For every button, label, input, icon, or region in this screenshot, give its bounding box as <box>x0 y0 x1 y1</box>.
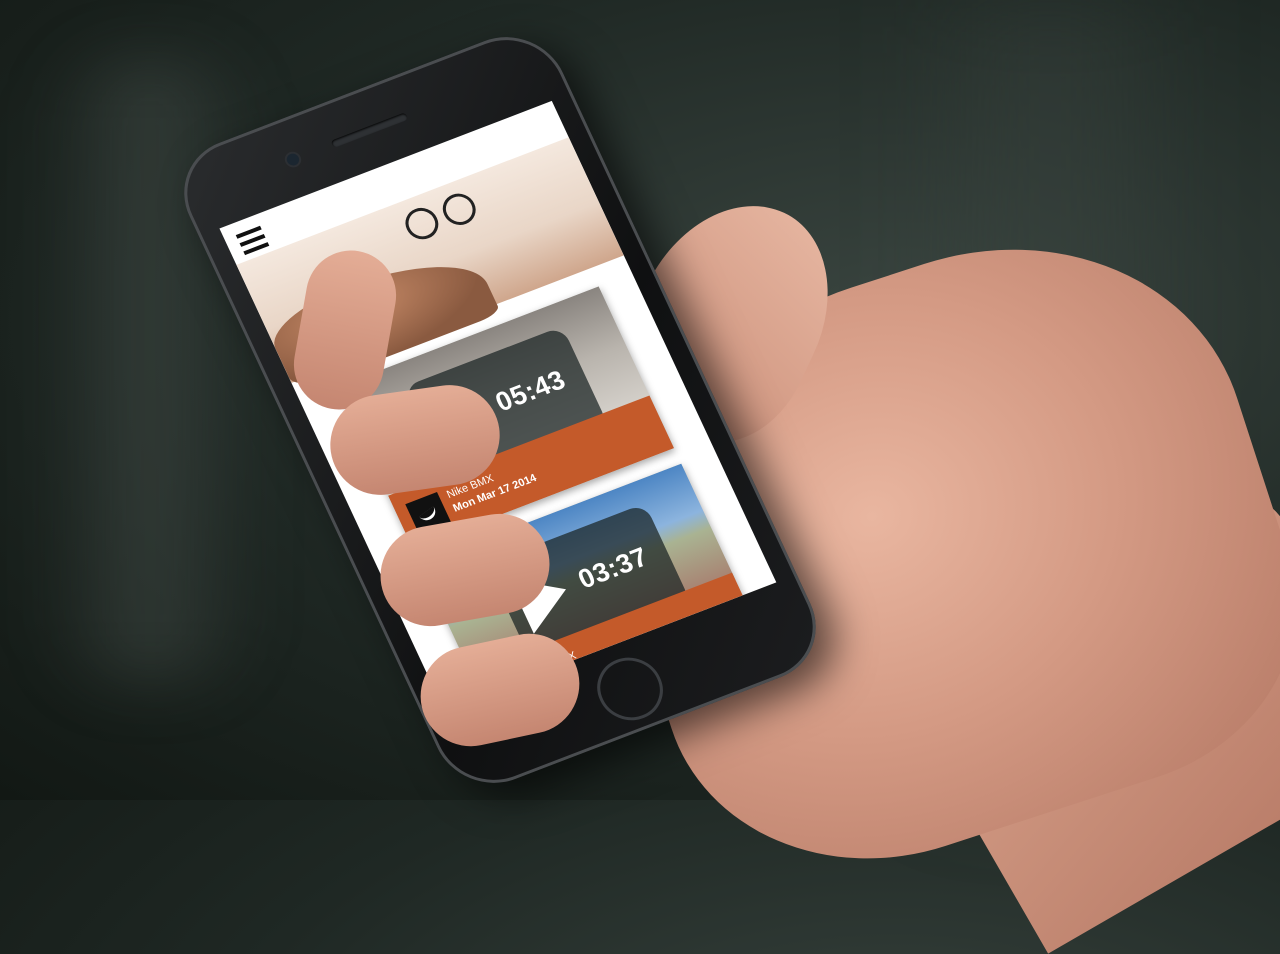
hamburger-menu-icon[interactable] <box>235 225 270 256</box>
front-camera <box>284 151 302 168</box>
video-duration: 03:37 <box>573 541 653 595</box>
earpiece-speaker <box>330 112 409 149</box>
swoosh-icon <box>501 683 522 701</box>
swoosh-icon <box>418 506 440 524</box>
home-button[interactable] <box>586 648 674 730</box>
video-duration: 05:43 <box>490 364 571 418</box>
play-icon[interactable] <box>508 562 579 634</box>
bmx-bike-graphic <box>398 184 481 244</box>
channel-logo <box>487 669 535 711</box>
channel-logo <box>405 492 452 536</box>
play-icon[interactable] <box>425 384 497 457</box>
